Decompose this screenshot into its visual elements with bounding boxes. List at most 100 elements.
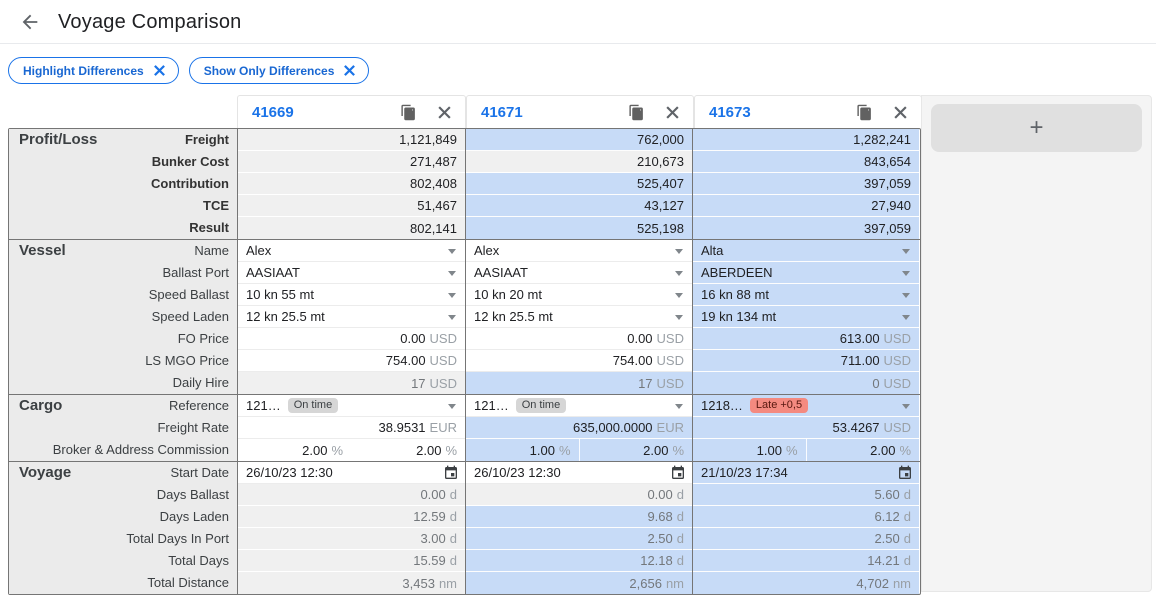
table-cell[interactable]: 26/10/23 12:30 [466, 462, 692, 484]
table-cell: 4,702 nm [693, 572, 919, 594]
commission-sub-cell[interactable]: 2.00% [805, 439, 920, 461]
copy-voyage-button[interactable] [397, 101, 419, 123]
voyage-column-41669: Alex AASIAAT 10 kn 55 mt 12 kn 25.5 mt 0.00 U… [237, 240, 465, 394]
chip-close-icon[interactable] [343, 64, 356, 77]
dropdown-caret-icon [448, 315, 456, 320]
row-label-ls-mgo-price: LS MGO Price [145, 353, 229, 368]
commission-sub-cell[interactable]: 1.00% [693, 439, 806, 461]
table-cell[interactable]: 2.00% 2.00% [238, 439, 465, 461]
cell-unit: nm [892, 575, 911, 591]
chip-label: Highlight Differences [23, 63, 144, 78]
table-cell[interactable]: 38.9531 EUR [238, 417, 465, 439]
chip-close-icon[interactable] [153, 64, 166, 77]
cell-value: 0.00 [647, 487, 673, 502]
commission-sub-cell[interactable]: 2.00% [238, 439, 351, 461]
add-voyage-button[interactable]: + [931, 104, 1142, 152]
row-label-column: Cargo Reference Freight Rate Broker & Addre… [9, 395, 237, 461]
remove-voyage-button[interactable] [661, 101, 683, 123]
table-cell[interactable]: 1218… Late +0,5 [693, 395, 919, 417]
table-cell[interactable]: 0.00 USD [466, 328, 692, 350]
copy-voyage-button[interactable] [625, 101, 647, 123]
row-label-bunker-cost: Bunker Cost [151, 154, 229, 169]
table-cell[interactable]: 635,000.0000 EUR [466, 417, 692, 439]
voyage-number-link[interactable]: 41671 [467, 104, 625, 121]
plus-icon: + [1029, 114, 1044, 141]
table-cell[interactable]: 1.00% 2.00% [466, 439, 692, 461]
cell-value: 1218… [701, 398, 743, 413]
table-cell[interactable]: 12 kn 25.5 mt [466, 306, 692, 328]
table-cell[interactable]: 121… On time [466, 395, 692, 417]
table-cell[interactable]: 12 kn 25.5 mt [238, 306, 465, 328]
commission-sub-cell[interactable]: 2.00% [578, 439, 693, 461]
voyage-number-link[interactable]: 41669 [238, 104, 397, 121]
table-cell[interactable]: 754.00 USD [238, 350, 465, 372]
table-cell[interactable]: 0.00 USD [238, 328, 465, 350]
cell-value: Alex [474, 243, 500, 258]
table-cell[interactable]: 16 kn 88 mt [693, 284, 919, 306]
table-cell: 525,198 [466, 217, 692, 239]
cell-unit: d [449, 509, 457, 524]
cell-value: 14.21 [867, 553, 900, 568]
table-cell: 802,141 [238, 217, 465, 239]
cell-unit: EUR [656, 420, 684, 435]
cell-value: 43,127 [644, 198, 684, 213]
cell-value: 1.00 [756, 442, 782, 458]
dropdown-caret-icon [448, 404, 456, 409]
table-cell: 2.50 d [693, 528, 919, 550]
on-time-badge: On time [515, 398, 567, 413]
cell-value: 0.00 [420, 487, 446, 502]
table-cell[interactable]: 10 kn 20 mt [466, 284, 692, 306]
commission-sub-cell[interactable]: 1.00% [466, 439, 579, 461]
table-cell: 17 USD [238, 372, 465, 394]
voyage-column-41673: 1,282,241 843,654 397,059 27,940 397,059 [692, 129, 919, 239]
section-profit-loss: Profit/Loss Freight Bunker Cost Contributio… [9, 129, 920, 239]
table-cell: 2.50 d [466, 528, 692, 550]
cell-value: Alex [246, 243, 272, 258]
commission-sub-cell[interactable]: 2.00% [351, 439, 465, 461]
table-cell[interactable]: 1.00% 2.00% [693, 439, 919, 461]
cell-unit: USD [656, 331, 684, 346]
table-cell: 802,408 [238, 173, 465, 195]
app-bar: Voyage Comparison [0, 0, 1156, 43]
table-cell[interactable]: 10 kn 55 mt [238, 284, 465, 306]
voyage-column-41671: 26/10/23 12:30 0.00 d 9.68 d 2.50 d 12.18 d 2,656… [465, 462, 692, 594]
cell-value: 19 kn 134 mt [701, 309, 777, 324]
table-cell[interactable]: Alex [466, 240, 692, 262]
cell-value: 2.00 [870, 442, 896, 458]
table-cell[interactable]: 711.00 USD [693, 350, 919, 372]
table-cell[interactable]: 121… On time [238, 395, 465, 417]
cell-value: 12.18 [640, 553, 673, 568]
table-cell: 210,673 [466, 151, 692, 173]
remove-voyage-button[interactable] [433, 101, 455, 123]
table-cell[interactable]: 53.4267 USD [693, 417, 919, 439]
section-voyage: Voyage Start Date Days Ballast Days Laden To… [9, 461, 920, 594]
cell-value: 6.12 [874, 509, 900, 524]
table-cell[interactable]: 19 kn 134 mt [693, 306, 919, 328]
late-badge: Late +0,5 [749, 398, 809, 413]
cell-value: 1.00 [529, 442, 555, 458]
table-cell[interactable]: 26/10/23 12:30 [238, 462, 465, 484]
table-cell[interactable]: AASIAAT [238, 262, 465, 284]
table-cell: 43,127 [466, 195, 692, 217]
cell-value: 2,656 [629, 575, 662, 591]
table-cell: 1,282,241 [693, 129, 919, 151]
table-cell[interactable]: 754.00 USD [466, 350, 692, 372]
cell-value: 53.4267 [832, 420, 880, 435]
table-cell[interactable]: ABERDEEN [693, 262, 919, 284]
table-cell[interactable]: AASIAAT [466, 262, 692, 284]
chip-highlight-differences[interactable]: Highlight Differences [8, 57, 179, 84]
cell-unit: USD [883, 353, 911, 368]
copy-voyage-button[interactable] [853, 101, 875, 123]
table-cell[interactable]: 21/10/23 17:34 [693, 462, 919, 484]
voyage-number-link[interactable]: 41673 [695, 104, 853, 121]
table-cell[interactable]: Alta [693, 240, 919, 262]
chip-show-only-differences[interactable]: Show Only Differences [188, 57, 370, 84]
voyage-column-41673: Alta ABERDEEN 16 kn 88 mt 19 kn 134 mt 613.0… [692, 240, 919, 394]
table-cell[interactable]: 613.00 USD [693, 328, 919, 350]
cell-value: 2.00 [416, 442, 442, 458]
cell-unit: USD [429, 353, 457, 368]
table-cell: 2,656 nm [466, 572, 692, 594]
back-button[interactable] [18, 10, 42, 34]
remove-voyage-button[interactable] [889, 101, 911, 123]
table-cell[interactable]: Alex [238, 240, 465, 262]
